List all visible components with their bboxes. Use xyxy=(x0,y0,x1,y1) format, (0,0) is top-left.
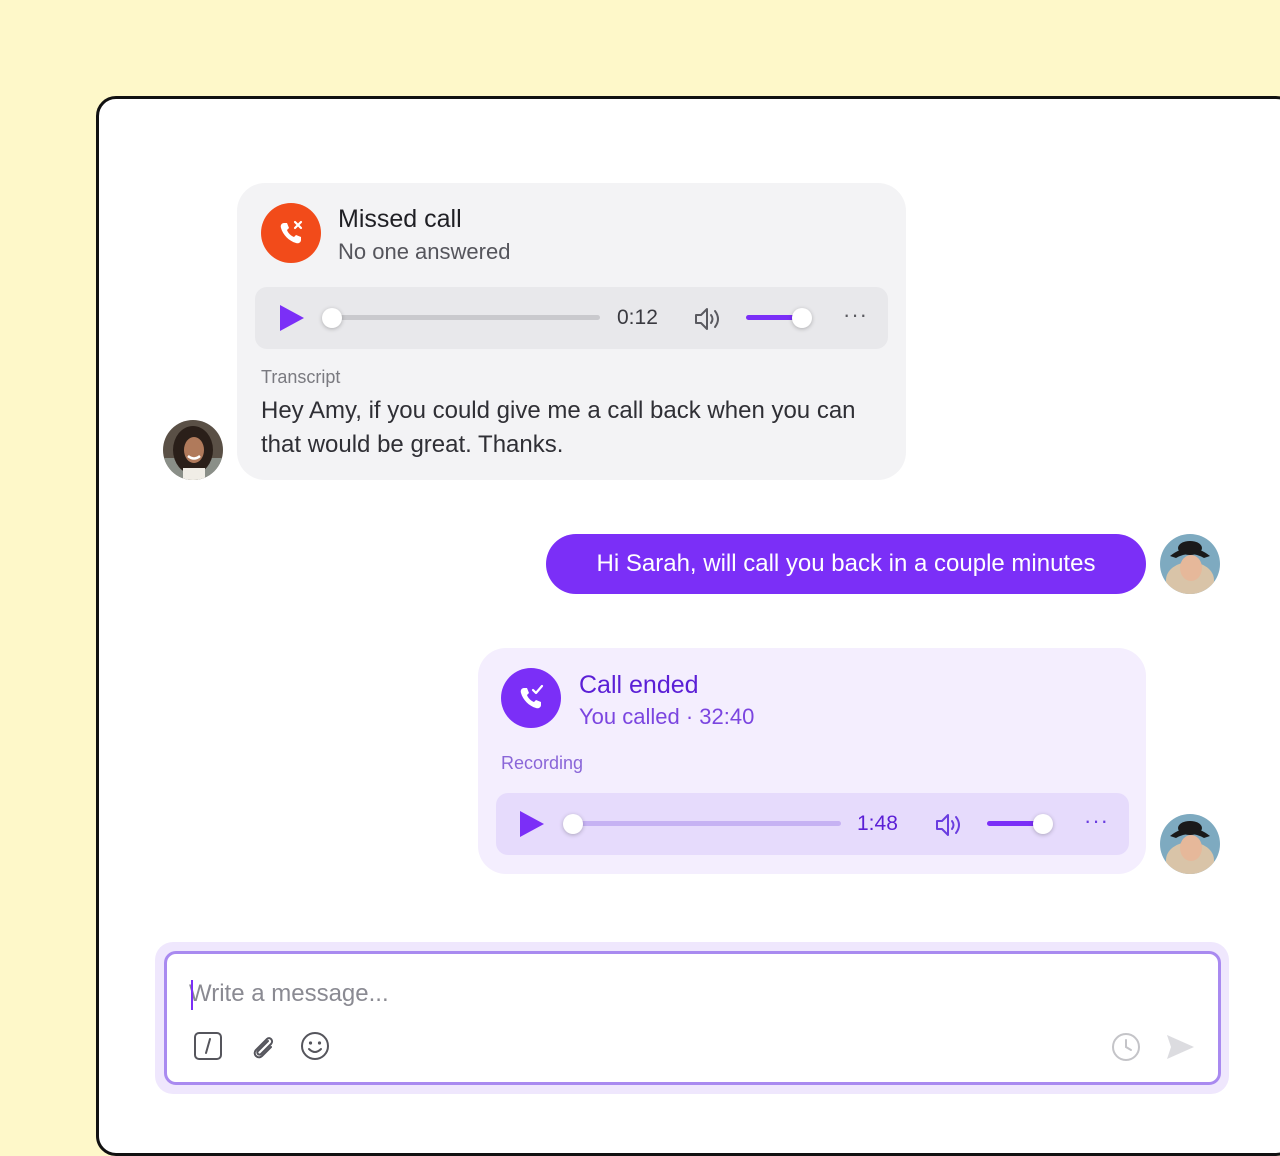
avatar-amy xyxy=(1160,534,1220,594)
play-button[interactable] xyxy=(518,810,546,838)
recording-label: Recording xyxy=(501,753,584,773)
more-options-icon[interactable]: ··· xyxy=(1084,808,1109,834)
missed-call-title: Missed call xyxy=(338,205,462,233)
audio-time: 1:48 xyxy=(857,812,898,835)
avatar-amy xyxy=(1160,814,1220,874)
outgoing-message: Hi Sarah, will call you back in a couple… xyxy=(546,534,1146,594)
avatar-sarah xyxy=(163,420,223,480)
send-icon[interactable] xyxy=(1164,1031,1196,1063)
volume-icon[interactable] xyxy=(934,811,966,839)
call-ended-subtitle: You called · 32:40 xyxy=(579,704,755,729)
volume-icon[interactable] xyxy=(693,305,725,333)
message-input[interactable] xyxy=(189,974,1089,1014)
call-ended-title: Call ended xyxy=(579,671,699,699)
play-button[interactable] xyxy=(278,304,306,332)
audio-progress-track[interactable] xyxy=(325,315,600,320)
transcript-label: Transcript xyxy=(261,367,341,387)
missed-call-subtitle: No one answered xyxy=(338,239,511,264)
message-composer xyxy=(164,951,1221,1085)
paperclip-icon[interactable] xyxy=(246,1030,278,1062)
volume-handle[interactable] xyxy=(792,308,812,328)
clock-icon[interactable] xyxy=(1110,1031,1142,1063)
slash-command-icon[interactable] xyxy=(192,1030,224,1062)
more-options-icon[interactable]: ··· xyxy=(843,302,868,328)
volume-handle[interactable] xyxy=(1033,814,1053,834)
audio-progress-handle[interactable] xyxy=(322,308,342,328)
missed-call-icon xyxy=(261,203,321,263)
call-ended-icon xyxy=(501,668,561,728)
text-caret xyxy=(191,980,193,1010)
audio-progress-handle[interactable] xyxy=(563,814,583,834)
emoji-icon[interactable] xyxy=(299,1030,331,1062)
audio-progress-track[interactable] xyxy=(566,821,841,826)
transcript-text: Hey Amy, if you could give me a call bac… xyxy=(261,397,856,458)
audio-time: 0:12 xyxy=(617,306,658,329)
